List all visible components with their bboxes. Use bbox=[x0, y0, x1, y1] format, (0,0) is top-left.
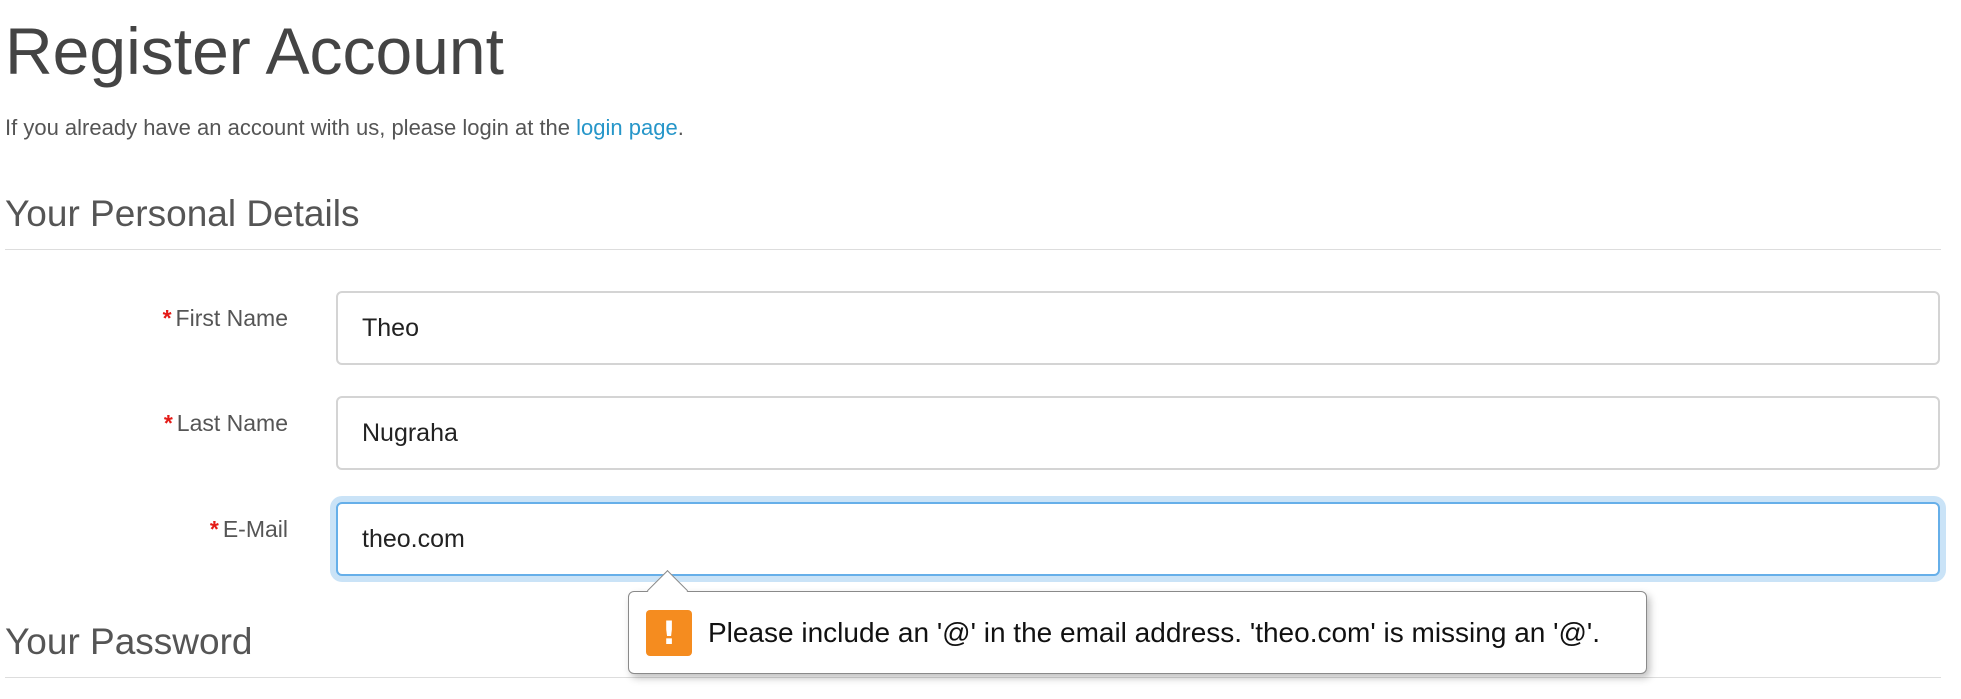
required-star: * bbox=[162, 305, 172, 331]
tooltip-arrow bbox=[646, 569, 689, 612]
login-prompt-suffix: . bbox=[677, 115, 684, 140]
email-label: * E-Mail bbox=[210, 514, 288, 544]
first-name-label: * First Name bbox=[163, 303, 288, 333]
validation-message: Please include an '@' in the email addre… bbox=[708, 617, 1601, 648]
page-title: Register Account bbox=[5, 14, 504, 88]
email-input[interactable] bbox=[336, 502, 1940, 576]
last-name-input[interactable] bbox=[336, 396, 1940, 470]
email-label-text: E-Mail bbox=[222, 516, 288, 542]
last-name-row: * Last Name bbox=[0, 396, 1961, 470]
required-star: * bbox=[163, 410, 173, 436]
login-prompt-text: If you already have an account with us, … bbox=[5, 113, 684, 143]
personal-details-heading: Your Personal Details bbox=[5, 190, 1941, 250]
first-name-input[interactable] bbox=[336, 291, 1940, 365]
first-name-row: * First Name bbox=[0, 291, 1961, 365]
login-page-link[interactable]: login page bbox=[576, 115, 678, 140]
email-validation-tooltip: ! Please include an '@' in the email add… bbox=[628, 569, 1647, 674]
first-name-label-text: First Name bbox=[175, 305, 288, 331]
last-name-label: * Last Name bbox=[164, 408, 288, 438]
required-star: * bbox=[209, 516, 219, 542]
warning-exclamation-icon: ! bbox=[646, 610, 692, 656]
last-name-label-text: Last Name bbox=[176, 410, 288, 436]
email-row: * E-Mail bbox=[0, 502, 1961, 576]
login-prompt-prefix: If you already have an account with us, … bbox=[5, 115, 577, 140]
